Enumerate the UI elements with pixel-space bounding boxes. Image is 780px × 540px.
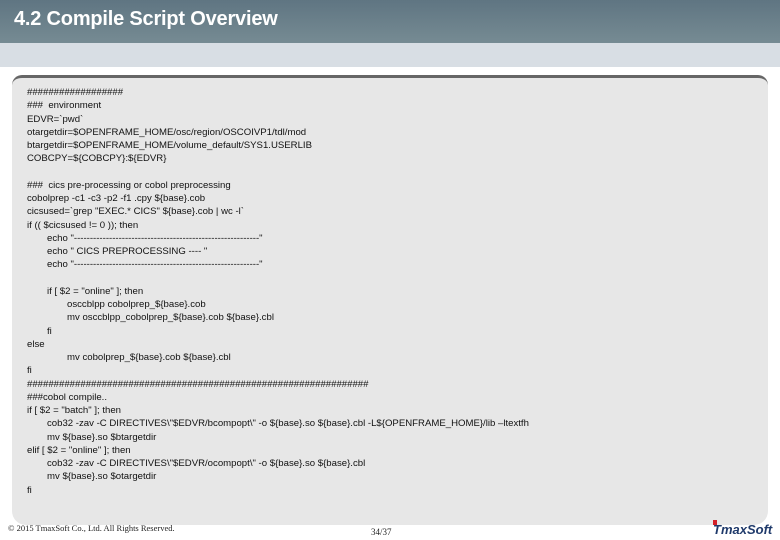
code-line: ###cobol compile.. bbox=[27, 391, 107, 403]
code-line: COBCPY=${COBCPY}:${EDVR} bbox=[27, 153, 167, 165]
code-line: osccblpp cobolprep_${base}.cob bbox=[67, 299, 206, 310]
slide-header: 4.2 Compile Script Overview bbox=[0, 0, 780, 43]
code-line: ### environment bbox=[27, 100, 102, 112]
code-line: mv cobolprep_${base}.cob ${base}.cbl bbox=[67, 352, 231, 363]
tmaxsoft-logo: TmaxSoft bbox=[713, 520, 773, 537]
code-line: else bbox=[27, 338, 45, 350]
code-line: mv ${base}.so $btargetdir bbox=[47, 431, 157, 443]
code-line: fi bbox=[27, 365, 32, 377]
code-line: cob32 -zav -C DIRECTIVES\"$EDVR/bcompopt… bbox=[47, 418, 529, 430]
page-number: 34/37 bbox=[371, 527, 392, 537]
script-code: ################## ### environment EDVR=`p… bbox=[27, 86, 529, 497]
code-line: cob32 -zav -C DIRECTIVES\"$EDVR/ocompopt… bbox=[47, 458, 366, 469]
code-line: mv osccblpp_cobolprep_${base}.cob ${base… bbox=[67, 312, 274, 324]
code-line: if [ $2 = "batch" ]; then bbox=[27, 405, 122, 416]
code-line: btargetdir=$OPENFRAME_HOME/volume_defaul… bbox=[27, 140, 313, 151]
code-line: cicsused=`grep "EXEC.* CICS" ${base}.cob… bbox=[27, 206, 244, 218]
code-line: fi bbox=[27, 484, 32, 496]
code-line: otargetdir=$OPENFRAME_HOME/osc/region/OS… bbox=[27, 126, 307, 138]
code-line: EDVR=`pwd` bbox=[27, 113, 84, 125]
code-line: if [ $2 = "online" ]; then bbox=[47, 285, 144, 297]
code-line: echo " CICS PREPROCESSING ---- " bbox=[47, 246, 208, 257]
code-line: ################## bbox=[27, 87, 124, 98]
copyright: © 2015 TmaxSoft Co., Ltd. All Rights Res… bbox=[8, 523, 175, 533]
code-line: echo "----------------------------------… bbox=[47, 259, 263, 271]
slide-title: 4.2 Compile Script Overview bbox=[14, 8, 278, 30]
logo-text: TmaxSoft bbox=[713, 522, 773, 537]
code-line: cobolprep -c1 -c3 -p2 -f1 .cpy ${base}.c… bbox=[27, 193, 206, 204]
code-line: echo "----------------------------------… bbox=[47, 232, 263, 244]
code-line: fi bbox=[47, 325, 52, 337]
code-line: mv ${base}.so $otargetdir bbox=[47, 471, 157, 483]
code-line: if (( $cicsused != 0 )); then bbox=[27, 219, 139, 231]
logo-mark-icon bbox=[713, 520, 717, 525]
code-line: ### cics pre-processing or cobol preproc… bbox=[27, 179, 231, 191]
code-line: elif [ $2 = "online" ]; then bbox=[27, 444, 131, 456]
header-band bbox=[0, 43, 780, 67]
code-line: ########################################… bbox=[27, 378, 369, 390]
